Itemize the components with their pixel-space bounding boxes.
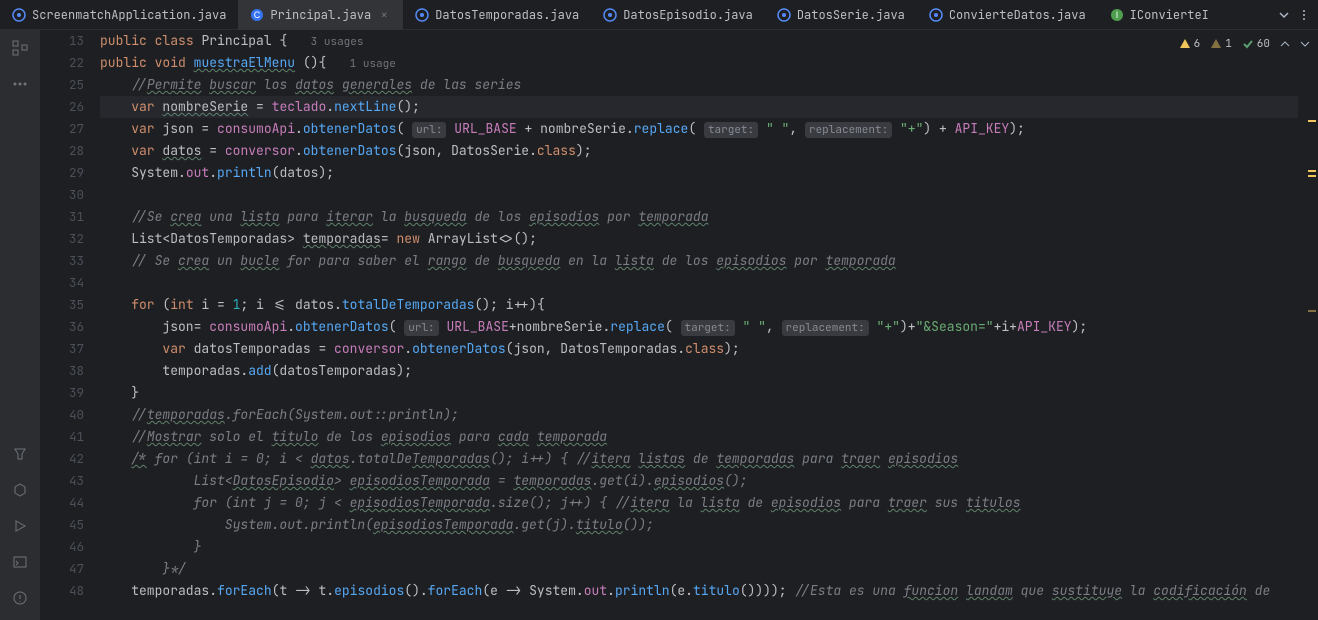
tab-datosserie[interactable]: DatosSerie.java bbox=[765, 0, 917, 30]
tab-principal[interactable]: C Principal.java × bbox=[238, 0, 403, 30]
svg-text:C: C bbox=[254, 10, 261, 20]
typo-badge[interactable]: 60 bbox=[1242, 37, 1270, 51]
java-icon bbox=[929, 8, 943, 22]
tab-label: DatosTemporadas.java bbox=[435, 7, 579, 23]
java-icon bbox=[603, 8, 617, 22]
chevron-up-icon[interactable] bbox=[1280, 39, 1290, 49]
tab-screenmatch[interactable]: ScreenmatchApplication.java bbox=[0, 0, 238, 30]
problems-icon[interactable] bbox=[10, 588, 30, 608]
run-icon[interactable] bbox=[10, 516, 30, 536]
tool-sidebar bbox=[0, 30, 40, 620]
tab-datostemporadas[interactable]: DatosTemporadas.java bbox=[403, 0, 591, 30]
tab-conviertedatos[interactable]: ConvierteDatos.java bbox=[917, 0, 1098, 30]
java-icon bbox=[415, 8, 429, 22]
terminal-icon[interactable] bbox=[10, 552, 30, 572]
structure-icon[interactable] bbox=[10, 38, 30, 58]
chevron-down-icon[interactable] bbox=[1300, 39, 1310, 49]
inspection-bar: 6 1 60 bbox=[1179, 30, 1310, 58]
editor[interactable]: 6 1 60 132225262728293031323334353637383… bbox=[40, 30, 1318, 620]
error-stripe[interactable] bbox=[1306, 60, 1318, 620]
more-horizontal-icon[interactable] bbox=[10, 74, 30, 94]
weak-warning-badge[interactable]: 1 bbox=[1210, 37, 1232, 51]
close-icon[interactable]: × bbox=[377, 8, 391, 22]
tab-datosepisodio[interactable]: DatosEpisodio.java bbox=[591, 0, 765, 30]
build-icon[interactable] bbox=[10, 444, 30, 464]
class-icon: C bbox=[250, 8, 264, 22]
tab-label: DatosSerie.java bbox=[797, 7, 905, 23]
tab-label: IConvierteI bbox=[1130, 7, 1209, 23]
tab-label: Principal.java bbox=[270, 7, 371, 23]
tab-label: ConvierteDatos.java bbox=[949, 7, 1086, 23]
tab-label: DatosEpisodio.java bbox=[623, 7, 753, 23]
chevron-down-icon[interactable] bbox=[1278, 9, 1290, 21]
java-icon bbox=[777, 8, 791, 22]
gutter: 1322252627282930313233343536373839404142… bbox=[40, 30, 100, 620]
java-icon bbox=[12, 8, 26, 22]
more-icon[interactable] bbox=[1298, 9, 1310, 21]
tab-iconvierte[interactable]: I IConvierteI bbox=[1098, 0, 1221, 30]
code-content[interactable]: public class Principal { 3 usages public… bbox=[100, 30, 1318, 620]
tab-label: ScreenmatchApplication.java bbox=[32, 7, 226, 23]
tab-bar: ScreenmatchApplication.java C Principal.… bbox=[0, 0, 1318, 30]
services-icon[interactable] bbox=[10, 480, 30, 500]
svg-text:I: I bbox=[1115, 10, 1118, 20]
warning-badge[interactable]: 6 bbox=[1179, 37, 1201, 51]
interface-icon: I bbox=[1110, 8, 1124, 22]
